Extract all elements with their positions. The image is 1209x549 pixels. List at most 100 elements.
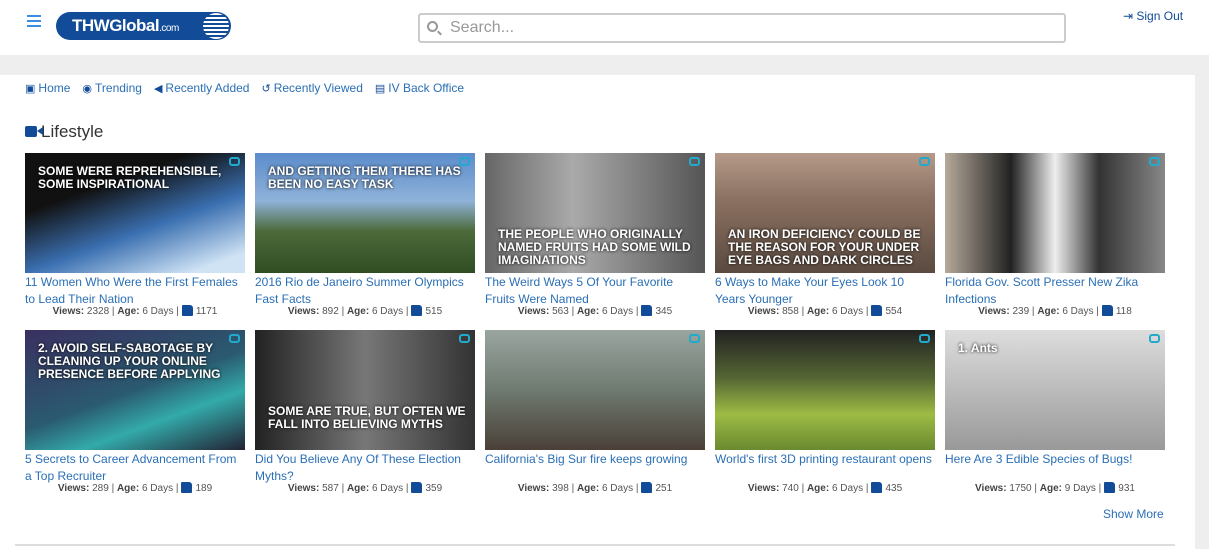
nav-label: IV Back Office: [388, 81, 465, 95]
video-title-link[interactable]: World's first 3D printing restaurant ope…: [715, 451, 935, 485]
views-label: Views:: [57, 483, 90, 494]
thumbs-up-icon[interactable]: [641, 482, 653, 493]
age-value: 6 Days: [601, 483, 634, 494]
video-meta: Views: 289 | Age: 6 Days | 189: [57, 482, 213, 494]
thumbnail-caption: 2. AVOID SELF-SABOTAGE BY CLEANING UP YO…: [38, 341, 221, 381]
video-card: THE PEOPLE WHO ORIGINALLY NAMED FRUITS H…: [485, 153, 705, 317]
tv-icon: [229, 157, 240, 166]
list-alt-icon: ▤: [374, 83, 386, 95]
thumbs-up-icon[interactable]: [871, 482, 883, 493]
video-card: World's first 3D printing restaurant ope…: [715, 330, 935, 494]
thumbs-up-icon[interactable]: [1104, 482, 1116, 493]
likes-count: 251: [655, 483, 673, 494]
thumbnail-caption: 1. Ants: [958, 341, 998, 355]
age-value: 6 Days: [601, 306, 634, 317]
thumbs-up-icon[interactable]: [411, 482, 423, 493]
age-value: 6 Days: [371, 306, 404, 317]
logo-text: THWGlobal: [72, 16, 160, 35]
video-thumbnail[interactable]: AN IRON DEFICIENCY COULD BE THE REASON F…: [715, 153, 935, 273]
nav-home[interactable]: ▣ Home: [25, 81, 70, 95]
video-thumbnail[interactable]: SOME ARE TRUE, BUT OFTEN WE FALL INTO BE…: [255, 330, 475, 450]
hamburger-menu-icon[interactable]: [27, 15, 41, 30]
thumbnail-caption: AN IRON DEFICIENCY COULD BE THE REASON F…: [728, 227, 921, 267]
video-title-link[interactable]: Here Are 3 Edible Species of Bugs!: [945, 451, 1165, 485]
tv-icon: [459, 334, 470, 343]
tv-icon: [459, 157, 470, 166]
sign-out-link[interactable]: ⇥ Sign Out: [1123, 9, 1183, 23]
views-count: 740: [782, 483, 799, 494]
age-label: Age:: [1037, 306, 1060, 317]
section-title: Lifestyle: [25, 122, 103, 142]
main-content: ▣ Home ◉ Trending ◀ Recently Added ↺ Recently V…: [0, 75, 1195, 549]
video-title-link[interactable]: Florida Gov. Scott Presser New Zika Infe…: [945, 274, 1165, 308]
logo[interactable]: THWGlobal.com: [56, 12, 231, 40]
search-icon: [427, 21, 438, 32]
views-label: Views:: [747, 306, 780, 317]
video-card: California's Big Sur fire keeps growing …: [485, 330, 705, 494]
search-input[interactable]: [450, 18, 1050, 38]
views-label: Views:: [978, 306, 1010, 317]
thumbnail-caption: THE PEOPLE WHO ORIGINALLY NAMED FRUITS H…: [498, 227, 691, 267]
video-meta: Views: 239 | Age: 6 Days | 118: [978, 305, 1132, 317]
video-card: 2. AVOID SELF-SABOTAGE BY CLEANING UP YO…: [25, 330, 245, 494]
tv-icon: [689, 334, 700, 343]
age-value: 6 Days: [371, 483, 404, 494]
show-more-link[interactable]: Show More: [1103, 507, 1164, 521]
nav-label: Recently Added: [165, 81, 250, 95]
age-label: Age:: [1039, 483, 1062, 494]
video-card: Florida Gov. Scott Presser New Zika Infe…: [945, 153, 1165, 317]
logo-suffix: .com: [159, 23, 179, 34]
video-title-link[interactable]: Did You Believe Any Of These Election My…: [255, 451, 475, 485]
thumbnail-caption: SOME WERE REPREHENSIBLE, SOME INSPIRATIO…: [38, 164, 222, 191]
nav-trending[interactable]: ◉ Trending: [82, 81, 142, 95]
views-count: 587: [322, 483, 339, 494]
thumbs-up-icon[interactable]: [411, 305, 423, 316]
video-title-link[interactable]: 2016 Rio de Janeiro Summer Olympics Fast…: [255, 274, 475, 308]
video-title-link[interactable]: The Weird Ways 5 Of Your Favorite Fruits…: [485, 274, 705, 308]
thumbs-up-icon[interactable]: [1101, 305, 1113, 316]
thumbs-up-icon[interactable]: [871, 305, 883, 316]
thumbs-up-icon[interactable]: [181, 305, 193, 316]
video-thumbnail[interactable]: THE PEOPLE WHO ORIGINALLY NAMED FRUITS H…: [485, 153, 705, 273]
views-label: Views:: [517, 306, 550, 317]
thumbs-up-icon[interactable]: [641, 305, 653, 316]
video-thumbnail[interactable]: [715, 330, 935, 450]
views-label: Views:: [287, 306, 320, 317]
nav-recently-added[interactable]: ◀ Recently Added: [154, 81, 250, 95]
nav-recently-viewed[interactable]: ↺ Recently Viewed: [261, 81, 362, 95]
video-title-link[interactable]: 5 Secrets to Career Advancement From a T…: [25, 451, 245, 485]
age-label: Age:: [806, 306, 830, 317]
video-thumbnail[interactable]: [945, 153, 1165, 273]
video-meta: Views: 563 | Age: 6 Days | 345: [517, 305, 673, 317]
history-icon: ↺: [261, 83, 271, 95]
video-thumbnail[interactable]: [485, 330, 705, 450]
video-thumbnail[interactable]: 2. AVOID SELF-SABOTAGE BY CLEANING UP YO…: [25, 330, 245, 450]
sign-out-label: Sign Out: [1136, 9, 1184, 23]
likes-count: 435: [885, 483, 903, 494]
video-meta: Views: 398 | Age: 6 Days | 251: [517, 482, 673, 494]
age-label: Age:: [576, 306, 600, 317]
nav-iv-back-office[interactable]: ▤ IV Back Office: [375, 81, 464, 95]
video-thumbnail[interactable]: 1. Ants: [945, 330, 1165, 450]
video-title-link[interactable]: 6 Ways to Make Your Eyes Look 10 Years Y…: [715, 274, 935, 308]
video-title-link[interactable]: 11 Women Who Were the First Females to L…: [25, 274, 245, 308]
age-label: Age:: [806, 483, 830, 494]
video-card: AN IRON DEFICIENCY COULD BE THE REASON F…: [715, 153, 935, 317]
divider: [15, 544, 1175, 546]
video-card: SOME ARE TRUE, BUT OFTEN WE FALL INTO BE…: [255, 330, 475, 494]
age-value: 6 Days: [831, 483, 864, 494]
age-label: Age:: [116, 483, 140, 494]
header: THWGlobal.com ⇥ Sign Out: [0, 0, 1209, 55]
likes-count: 118: [1115, 306, 1132, 317]
likes-count: 359: [425, 483, 443, 494]
video-thumbnail[interactable]: SOME WERE REPREHENSIBLE, SOME INSPIRATIO…: [25, 153, 245, 273]
video-thumbnail[interactable]: AND GETTING THEM THERE HAS BEEN NO EASY …: [255, 153, 475, 273]
video-meta: Views: 587 | Age: 6 Days | 359: [287, 482, 443, 494]
globe-icon: [203, 13, 229, 39]
video-title-link[interactable]: California's Big Sur fire keeps growing: [485, 451, 705, 485]
views-label: Views:: [747, 483, 780, 494]
views-count: 892: [322, 306, 339, 317]
tv-icon: [919, 157, 930, 166]
views-count: 858: [782, 306, 799, 317]
thumbs-up-icon[interactable]: [181, 482, 193, 493]
